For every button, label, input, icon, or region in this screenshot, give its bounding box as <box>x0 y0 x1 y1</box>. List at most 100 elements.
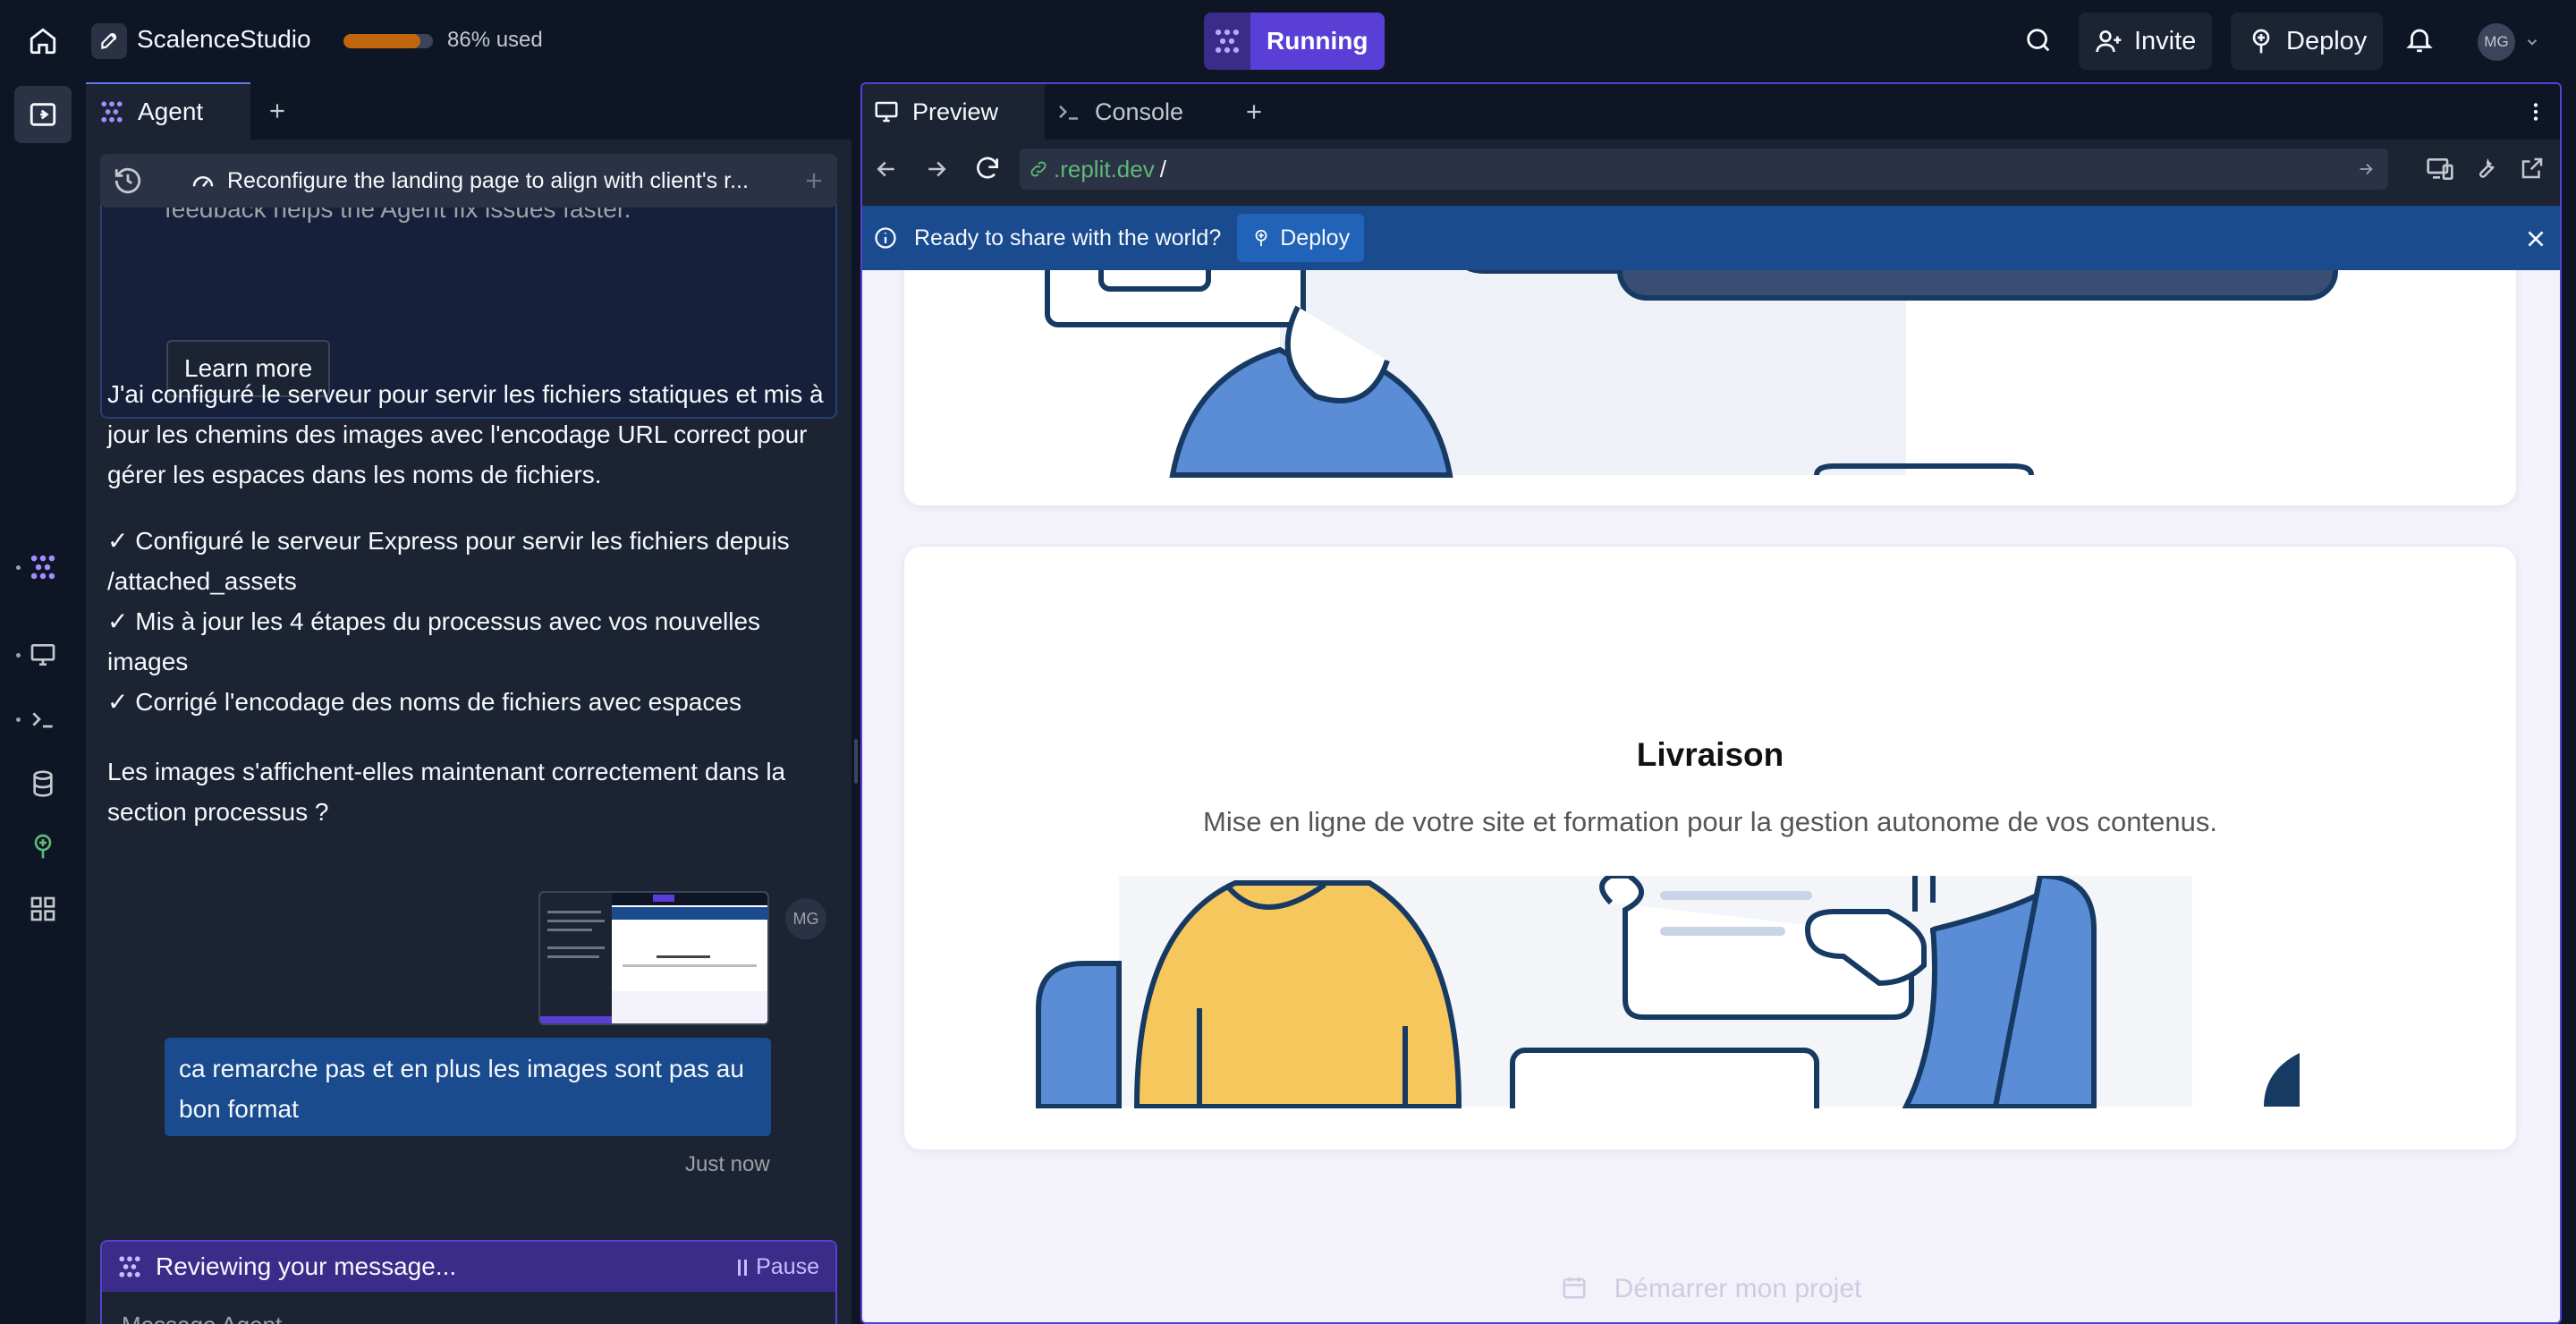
more-options-icon[interactable] <box>2524 100 2547 123</box>
process-card <box>903 270 2517 506</box>
pause-icon <box>738 1260 741 1276</box>
rail-dot <box>16 717 21 722</box>
resize-handle[interactable] <box>854 739 858 784</box>
refresh-icon[interactable] <box>973 154 1002 182</box>
deploy-label: Deploy <box>2286 26 2368 55</box>
url-path: / <box>1159 155 1166 182</box>
rail-dot <box>16 565 21 570</box>
invite-button[interactable]: Invite <box>2079 13 2213 70</box>
deploy-icon[interactable] <box>27 830 59 862</box>
process-card-livraison: Livraison Mise en ligne de votre site et… <box>903 546 2517 1150</box>
run-label: Running <box>1250 13 1385 70</box>
deploy-icon <box>1251 228 1271 248</box>
process-illustration <box>1045 270 2338 478</box>
agent-icon <box>116 1253 143 1280</box>
back-icon[interactable] <box>873 156 900 182</box>
home-icon[interactable] <box>25 23 61 59</box>
console-icon <box>1055 98 1082 125</box>
agent-panel: Agent Reconfigure the landing page to al… <box>86 82 852 1324</box>
run-button[interactable]: Running <box>1204 13 1385 70</box>
pause-label: Pause <box>756 1254 819 1279</box>
link-icon <box>1029 159 1048 179</box>
usage-label: 86% used <box>447 28 543 52</box>
monitor-icon[interactable] <box>27 639 59 671</box>
tab-console[interactable]: Console <box>1045 84 1227 140</box>
console-icon[interactable] <box>27 703 59 735</box>
database-icon[interactable] <box>27 768 59 800</box>
message-input[interactable]: Message Agent... <box>122 1311 301 1324</box>
devices-icon[interactable] <box>2426 155 2454 183</box>
user-message: ca remarche pas et en plus les images so… <box>165 1038 771 1136</box>
usage-bar-fill <box>343 34 420 48</box>
new-chat-icon[interactable] <box>801 168 826 193</box>
delivery-illustration <box>1030 876 2371 1108</box>
user-avatar: MG <box>785 898 826 939</box>
usage-bar[interactable] <box>343 34 433 48</box>
chat-title[interactable]: Reconfigure the landing page to align wi… <box>227 168 749 194</box>
preview-panel: Preview Console .replit.dev / Ready to sh… <box>860 82 2562 1324</box>
tab-agent[interactable]: Agent <box>86 82 250 140</box>
deploy-icon <box>2247 27 2275 55</box>
card-description: Mise en ligne de votre site et formation… <box>1203 806 2217 837</box>
project-name[interactable]: ScalenceStudio <box>137 25 311 54</box>
forward-icon[interactable] <box>923 156 950 182</box>
checklist-item: ✓ Mis à jour les 4 étapes du processus a… <box>107 607 761 675</box>
banner-deploy-label: Deploy <box>1280 225 1351 250</box>
project-logo-icon[interactable] <box>91 23 127 59</box>
top-bar: ScalenceStudio 86% used Running Invite D… <box>0 0 2576 82</box>
deploy-button[interactable]: Deploy <box>2231 13 2384 70</box>
add-user-icon <box>2095 27 2123 55</box>
agent-icon <box>1204 13 1250 70</box>
rail-dot <box>16 653 21 658</box>
banner-text: Ready to share with the world? <box>914 225 1222 250</box>
apps-grid-icon[interactable] <box>27 893 59 925</box>
history-icon[interactable] <box>113 166 143 196</box>
chat-history-bar: Reconfigure the landing page to align wi… <box>100 154 837 208</box>
calendar-icon <box>1561 1274 1588 1301</box>
agent-question: Les images s'affichent-elles maintenant … <box>107 758 786 826</box>
new-tab-button[interactable] <box>250 82 304 140</box>
tool-rail <box>0 82 86 1324</box>
deploy-banner: Ready to share with the world? Deploy <box>862 206 2560 270</box>
avatar[interactable]: MG <box>2478 23 2515 61</box>
tab-preview-label: Preview <box>912 98 999 125</box>
url-bar: .replit.dev / <box>862 140 2560 199</box>
preview-tabs: Preview Console <box>862 84 2560 140</box>
start-project-label: Démarrer mon projet <box>1614 1274 1862 1303</box>
sidebar-toggle-icon[interactable] <box>27 98 59 131</box>
attached-screenshot[interactable] <box>538 891 769 1025</box>
url-input[interactable]: .replit.dev / <box>1020 149 2388 190</box>
url-domain: .replit.dev <box>1054 155 1155 182</box>
pause-icon <box>744 1260 748 1276</box>
agent-icon[interactable] <box>27 551 59 583</box>
agent-message: J'ai configuré le serveur pour servir le… <box>107 380 824 488</box>
gauge-icon <box>190 167 216 194</box>
checklist-item: ✓ Configuré le serveur Express pour serv… <box>107 527 790 595</box>
chevron-down-icon[interactable] <box>2524 34 2540 50</box>
preview-viewport[interactable]: Livraison Mise en ligne de votre site et… <box>862 270 2560 1322</box>
tab-agent-label: Agent <box>138 98 204 125</box>
invite-label: Invite <box>2134 26 2197 55</box>
tab-console-label: Console <box>1095 98 1184 125</box>
card-title: Livraison <box>1636 736 1784 773</box>
close-icon[interactable] <box>2524 227 2547 250</box>
open-external-icon[interactable] <box>2519 155 2546 182</box>
new-tab-button[interactable] <box>1227 84 1281 140</box>
go-arrow-icon[interactable] <box>2356 159 2376 179</box>
search-icon[interactable] <box>2023 25 2054 55</box>
monitor-icon <box>873 98 900 125</box>
pause-button[interactable]: Pause <box>738 1254 819 1280</box>
panel-divider[interactable] <box>852 82 860 1324</box>
message-timestamp: Just now <box>685 1152 770 1176</box>
start-project-button[interactable]: Démarrer mon projet <box>862 1274 2560 1304</box>
info-icon <box>873 225 898 250</box>
reviewing-status: Reviewing your message... Pause Message … <box>100 1240 837 1324</box>
wrench-icon[interactable] <box>2472 155 2499 182</box>
tab-preview[interactable]: Preview <box>862 84 1045 140</box>
checklist-item: ✓ Corrigé l'encodage des noms de fichier… <box>107 688 741 716</box>
agent-tabs: Agent <box>86 82 852 140</box>
banner-deploy-button[interactable]: Deploy <box>1237 214 1365 262</box>
agent-icon <box>98 98 125 125</box>
bell-icon[interactable] <box>2404 24 2435 55</box>
checklist: ✓ Configuré le serveur Express pour serv… <box>107 521 841 722</box>
